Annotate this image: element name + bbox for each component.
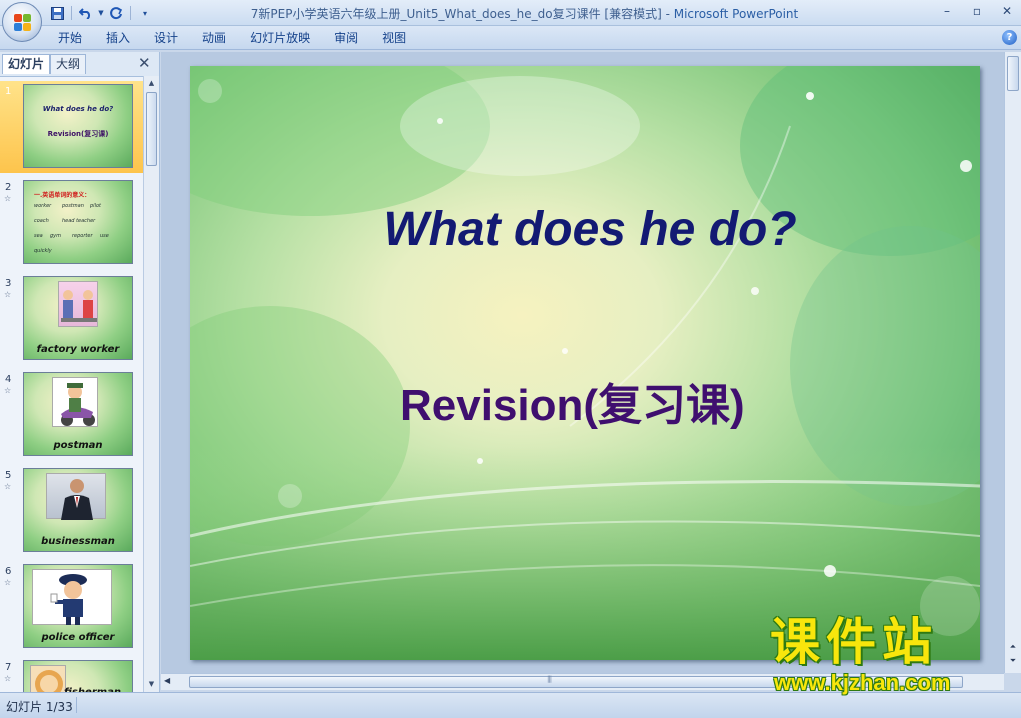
vertical-scroll-thumb[interactable]	[1007, 56, 1019, 91]
tab-slides[interactable]: 幻灯片	[2, 54, 51, 74]
tab-insert[interactable]: 插入	[94, 30, 142, 46]
tab-slideshow[interactable]: 幻灯片放映	[238, 30, 322, 46]
grip-icon: |||	[547, 675, 552, 683]
slide-number: 7	[5, 662, 12, 673]
thumbnail-word: head teacher	[62, 218, 96, 224]
ribbon-tabs: 开始 插入 设计 动画 幻灯片放映 审阅 视图	[46, 30, 418, 46]
slide-number: 5	[5, 470, 12, 481]
slide-thumbnail-5[interactable]: 5 ☆ businessman	[0, 465, 143, 557]
thumbnail-image: factory worker	[23, 276, 133, 360]
document-title: 7新PEP小学英语六年级上册_Unit5_What_does_he_do复习课件…	[250, 7, 662, 21]
watermark-logo-text: 课件站	[770, 613, 938, 671]
window-title: 7新PEP小学英语六年级上册_Unit5_What_does_he_do复习课件…	[0, 5, 1021, 22]
scroll-down-icon[interactable]: ▼	[144, 677, 159, 692]
thumbnail-caption: police officer	[41, 632, 115, 643]
maximize-icon[interactable]: ▫	[969, 3, 985, 19]
office-button[interactable]	[2, 2, 42, 42]
current-slide[interactable]: What does he do? Revision(复习课)	[190, 66, 980, 660]
slide-number: 1	[5, 86, 12, 97]
thumbnail-words: worker postman pilot coach head teacher sea…	[34, 199, 126, 259]
scroll-up-icon[interactable]: ▲	[144, 76, 159, 91]
slides-pane: 幻灯片 大纲 ✕ 1 What does he do? Revision(复习课…	[0, 52, 160, 692]
minimize-icon[interactable]: –	[939, 3, 955, 19]
tab-outline[interactable]: 大纲	[50, 54, 87, 74]
thumbnail-caption: postman	[53, 440, 103, 451]
thumbnail-word: reporter	[72, 233, 93, 239]
thumbnail-caption: factory worker	[36, 344, 120, 355]
thumbnail-word: use	[100, 233, 109, 239]
office-button-icon	[14, 14, 32, 32]
tab-view[interactable]: 视图	[370, 30, 418, 46]
title-separator: -	[661, 7, 674, 21]
slide-thumbnail-3[interactable]: 3 ☆ factory worker	[0, 273, 143, 365]
slide-number: 3	[5, 278, 12, 289]
thumbnail-image: businessman	[23, 468, 133, 552]
slide-number: 6	[5, 566, 12, 577]
close-icon[interactable]: ✕	[999, 3, 1015, 19]
animation-star-icon: ☆	[4, 482, 12, 491]
thumbnail-image: 一.英语单词的意义： worker postman pilot coach head …	[23, 180, 133, 264]
scroll-left-icon[interactable]: ◀	[164, 676, 170, 685]
app-name: Microsoft PowerPoint	[673, 7, 799, 21]
slide-thumbnail-2[interactable]: 2 ☆ 一.英语单词的意义： worker postman pilot coach h…	[0, 177, 143, 269]
slide-counter: 幻灯片 1/33	[6, 700, 73, 714]
police-officer-picture	[32, 569, 112, 625]
thumbnail-caption: businessman	[41, 536, 115, 547]
window-controls: – ▫ ✕	[939, 3, 1015, 19]
thumbnail-image: postman	[23, 372, 133, 456]
title-bar: ▼ ▾ 7新PEP小学英语六年级上册_Unit5_What_does_he_do…	[0, 0, 1021, 26]
slide-subtitle[interactable]: Revision(复习课)	[400, 369, 745, 433]
pane-tabs: 幻灯片 大纲	[2, 54, 87, 74]
tab-design[interactable]: 设计	[142, 30, 190, 46]
tab-home[interactable]: 开始	[46, 30, 94, 46]
site-watermark: 课件站 www.kjzhan.com	[770, 613, 1010, 695]
animation-star-icon: ☆	[4, 386, 12, 395]
thumbnail-word: pilot	[90, 203, 101, 209]
slide-thumbnail-7[interactable]: 7 ☆ fisherman	[0, 657, 143, 692]
animation-star-icon: ☆	[4, 578, 12, 587]
animation-star-icon: ☆	[4, 194, 12, 203]
pane-scroll-thumb[interactable]	[146, 92, 157, 166]
status-separator	[76, 697, 77, 713]
businessman-picture	[46, 473, 106, 520]
tab-animations[interactable]: 动画	[190, 30, 238, 46]
thumbnail-word: worker	[34, 203, 52, 209]
slide-background	[190, 66, 980, 660]
thumbnail-title: What does he do?	[42, 105, 114, 113]
animation-star-icon: ☆	[4, 674, 12, 683]
thumbnail-word: gym	[50, 233, 62, 239]
slide-thumbnail-1[interactable]: 1 What does he do? Revision(复习课)	[0, 81, 143, 173]
vertical-scrollbar[interactable]: ⏶ ⏷	[1004, 52, 1021, 673]
slide-editing-area: What does he do? Revision(复习课)	[161, 52, 1004, 673]
thumbnail-image: police officer	[23, 564, 133, 648]
thumbnail-heading: 一.英语单词的意义：	[34, 192, 91, 199]
animation-star-icon: ☆	[4, 290, 12, 299]
worker-picture	[58, 281, 98, 327]
thumbnail-word: quickly	[34, 248, 52, 254]
thumbnail-word: postman	[62, 203, 84, 209]
thumbnail-image: fisherman	[23, 660, 133, 692]
ribbon-tab-bar: 开始 插入 设计 动画 幻灯片放映 审阅 视图 ?	[0, 26, 1021, 50]
slide-number: 2	[5, 182, 12, 193]
slide-title[interactable]: What does he do?	[190, 202, 980, 257]
fisherman-picture	[30, 665, 66, 692]
pane-scrollbar[interactable]: ▲ ▼	[143, 76, 159, 692]
slide-thumbnail-4[interactable]: 4 ☆ postman	[0, 369, 143, 461]
slide-number: 4	[5, 374, 12, 385]
pane-close-icon[interactable]: ✕	[138, 55, 151, 71]
help-icon[interactable]: ?	[1002, 30, 1017, 45]
slide-thumbnail-6[interactable]: 6 ☆ police officer	[0, 561, 143, 653]
thumbnail-word: coach	[34, 218, 49, 224]
thumbnail-image: What does he do? Revision(复习课)	[23, 84, 133, 168]
thumbnail-word: sea	[34, 233, 43, 239]
watermark-url: www.kjzhan.com	[774, 670, 951, 695]
postman-picture	[52, 377, 98, 427]
tab-review[interactable]: 审阅	[322, 30, 370, 46]
thumbnail-subtitle: Revision(复习课)	[47, 130, 109, 138]
slide-thumbnails: 1 What does he do? Revision(复习课) 2 ☆ 一.英…	[0, 76, 143, 692]
